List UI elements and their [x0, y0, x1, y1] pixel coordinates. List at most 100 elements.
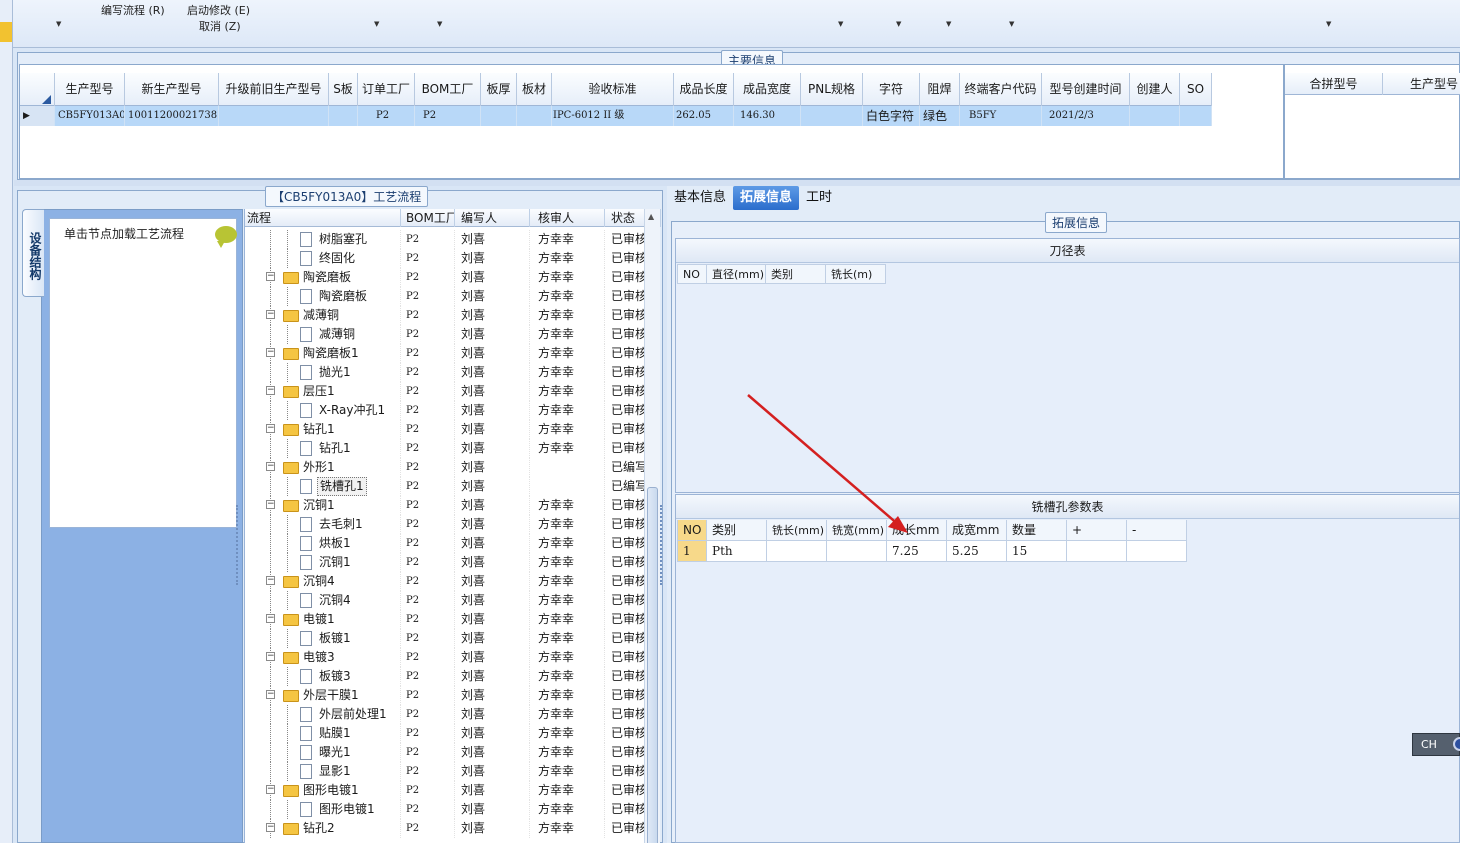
col-header[interactable]: 字符	[863, 73, 920, 106]
flow-writer-cell[interactable]: 刘喜	[455, 610, 530, 629]
col-header[interactable]: 成品长度	[674, 73, 734, 106]
flow-bom-cell[interactable]: P2	[401, 344, 455, 363]
cell[interactable]: 10011200021738	[125, 106, 219, 126]
col-header[interactable]: PNL规格	[801, 73, 863, 106]
flow-tree-cell[interactable]: 去毛刺1	[245, 515, 401, 534]
col-header[interactable]: 生产型号	[1383, 73, 1460, 95]
flow-bom-cell[interactable]: P2	[401, 287, 455, 306]
cell[interactable]	[827, 541, 887, 562]
cell[interactable]: 15	[1007, 541, 1067, 562]
flow-writer-cell[interactable]: 刘喜	[455, 781, 530, 800]
flow-tree-cell[interactable]: − 钻孔2	[245, 819, 401, 838]
flow-bom-cell[interactable]: P2	[401, 743, 455, 762]
flow-status-cell[interactable]: 已审核	[605, 648, 645, 667]
col-header[interactable]: 阻焊	[920, 73, 960, 106]
flow-bom-cell[interactable]: P2	[401, 667, 455, 686]
cell[interactable]: 1	[677, 541, 707, 562]
flow-status-cell[interactable]: 已审核	[605, 230, 645, 249]
col-header[interactable]: 核审人	[530, 209, 605, 227]
flow-tree-cell[interactable]: 板镀3	[245, 667, 401, 686]
col-header[interactable]: 创建人	[1130, 73, 1180, 106]
cell[interactable]: 2021/2/3	[1042, 106, 1130, 126]
flow-bom-cell[interactable]: P2	[401, 629, 455, 648]
flow-writer-cell[interactable]: 刘喜	[455, 230, 530, 249]
flow-reviewer-cell[interactable]: 方幸幸	[530, 382, 605, 401]
cell[interactable]	[801, 106, 863, 126]
flow-status-cell[interactable]: 已审核	[605, 686, 645, 705]
flow-row[interactable]: 板镀3 P2 刘喜 方幸幸 已审核	[245, 667, 645, 686]
flow-writer-cell[interactable]: 刘喜	[455, 306, 530, 325]
flow-row[interactable]: − 沉铜4 P2 刘喜 方幸幸 已审核	[245, 572, 645, 591]
flow-tree-cell[interactable]: 树脂塞孔	[245, 230, 401, 249]
flow-writer-cell[interactable]: 刘喜	[455, 534, 530, 553]
flow-tree-cell[interactable]: 贴膜1	[245, 724, 401, 743]
flow-bom-cell[interactable]: P2	[401, 515, 455, 534]
flow-tree-cell[interactable]: − 钻孔1	[245, 420, 401, 439]
dropdown-arrow-icon[interactable]: ▼	[838, 20, 843, 28]
scroll-up-icon[interactable]: ▲	[648, 212, 654, 221]
flow-reviewer-cell[interactable]: 方幸幸	[530, 534, 605, 553]
flow-bom-cell[interactable]: P2	[401, 781, 455, 800]
flow-row[interactable]: 树脂塞孔 P2 刘喜 方幸幸 已审核	[245, 230, 645, 249]
flow-writer-cell[interactable]: 刘喜	[455, 724, 530, 743]
flow-writer-cell[interactable]: 刘喜	[455, 382, 530, 401]
cancel-button[interactable]: 取消 (Z)	[199, 18, 241, 34]
flow-bom-cell[interactable]: P2	[401, 800, 455, 819]
flow-status-cell[interactable]: 已审核	[605, 287, 645, 306]
flow-reviewer-cell[interactable]: 方幸幸	[530, 686, 605, 705]
flow-writer-cell[interactable]: 刘喜	[455, 553, 530, 572]
dropdown-arrow-icon[interactable]: ▼	[56, 20, 61, 28]
col-header[interactable]: 板材	[517, 73, 552, 106]
flow-status-cell[interactable]: 已审核	[605, 553, 645, 572]
flow-bom-cell[interactable]: P2	[401, 496, 455, 515]
flow-row[interactable]: 沉铜1 P2 刘喜 方幸幸 已审核	[245, 553, 645, 572]
flow-reviewer-cell[interactable]: 方幸幸	[530, 401, 605, 420]
flow-writer-cell[interactable]: 刘喜	[455, 249, 530, 268]
flow-writer-cell[interactable]: 刘喜	[455, 268, 530, 287]
flow-bom-cell[interactable]: P2	[401, 268, 455, 287]
flow-writer-cell[interactable]: 刘喜	[455, 477, 530, 496]
flow-reviewer-cell[interactable]: 方幸幸	[530, 591, 605, 610]
flow-reviewer-cell[interactable]: 方幸幸	[530, 420, 605, 439]
collapse-toggle-icon[interactable]: −	[266, 348, 275, 357]
dropdown-arrow-icon[interactable]: ▼	[437, 20, 442, 28]
flow-bom-cell[interactable]: P2	[401, 724, 455, 743]
flow-tree-cell[interactable]: − 层压1	[245, 382, 401, 401]
flow-row[interactable]: 钻孔1 P2 刘喜 方幸幸 已审核	[245, 439, 645, 458]
collapse-toggle-icon[interactable]: −	[266, 272, 275, 281]
collapse-toggle-icon[interactable]: −	[266, 462, 275, 471]
col-header[interactable]: +	[1067, 520, 1127, 541]
flow-row[interactable]: 减薄铜 P2 刘喜 方幸幸 已审核	[245, 325, 645, 344]
flow-status-cell[interactable]: 已审核	[605, 629, 645, 648]
flow-reviewer-cell[interactable]: 方幸幸	[530, 249, 605, 268]
write-flow-button[interactable]: 编写流程 (R)	[101, 2, 165, 18]
collapse-toggle-icon[interactable]: −	[266, 576, 275, 585]
flow-row[interactable]: − 钻孔1 P2 刘喜 方幸幸 已审核	[245, 420, 645, 439]
flow-row[interactable]: − 电镀3 P2 刘喜 方幸幸 已审核	[245, 648, 645, 667]
flow-tree-cell[interactable]: − 沉铜4	[245, 572, 401, 591]
col-header[interactable]: NO	[677, 264, 707, 284]
cell[interactable]	[1130, 106, 1180, 126]
flow-tree-cell[interactable]: − 陶瓷磨板1	[245, 344, 401, 363]
flow-tree-cell[interactable]: 抛光1	[245, 363, 401, 382]
flow-reviewer-cell[interactable]: 方幸幸	[530, 496, 605, 515]
flow-scrollbar[interactable]: ▲	[644, 209, 660, 843]
flow-reviewer-cell[interactable]: 方幸幸	[530, 439, 605, 458]
cell[interactable]	[517, 106, 552, 126]
scroll-thumb[interactable]	[647, 487, 658, 843]
flow-writer-cell[interactable]: 刘喜	[455, 648, 530, 667]
flow-row[interactable]: − 陶瓷磨板 P2 刘喜 方幸幸 已审核	[245, 268, 645, 287]
cell[interactable]: 146.30	[734, 106, 801, 126]
flow-bom-cell[interactable]: P2	[401, 420, 455, 439]
cell[interactable]: CB5FY013A0	[55, 106, 125, 126]
flow-reviewer-cell[interactable]: 方幸幸	[530, 705, 605, 724]
flow-reviewer-cell[interactable]: 方幸幸	[530, 553, 605, 572]
flow-status-cell[interactable]: 已审核	[605, 819, 645, 838]
col-header[interactable]: 铣长(m)	[826, 264, 886, 284]
flow-writer-cell[interactable]: 刘喜	[455, 572, 530, 591]
flow-writer-cell[interactable]: 刘喜	[455, 458, 530, 477]
tab-basic-info[interactable]: 基本信息	[667, 186, 733, 210]
flow-bom-cell[interactable]: P2	[401, 591, 455, 610]
flow-writer-cell[interactable]: 刘喜	[455, 439, 530, 458]
cell[interactable]	[481, 106, 517, 126]
